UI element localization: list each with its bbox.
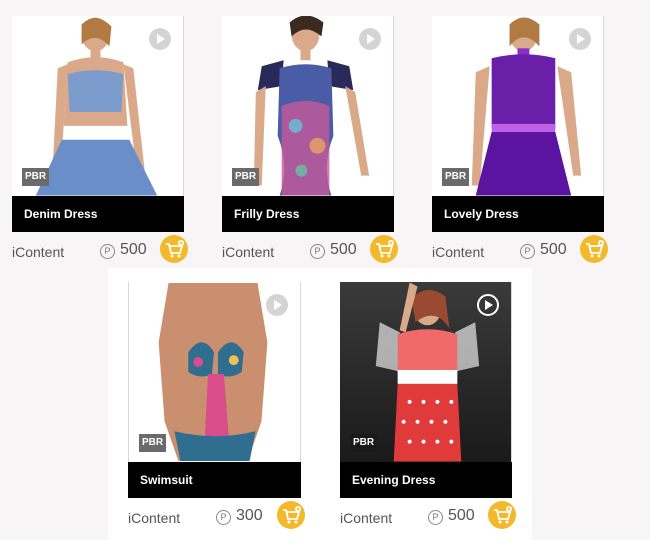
- product-card-denim-dress[interactable]: PBR Denim Dress iContent P 500: [12, 16, 188, 272]
- points-coin-icon: P: [520, 244, 535, 259]
- product-image[interactable]: PBR: [128, 282, 301, 462]
- product-footer: iContent P 500: [432, 232, 608, 272]
- product-footer: iContent P 500: [12, 232, 188, 272]
- product-price: 500: [330, 241, 357, 258]
- pbr-badge: PBR: [139, 434, 167, 452]
- add-to-cart-icon[interactable]: [370, 235, 398, 263]
- vendor-link[interactable]: iContent: [12, 244, 64, 260]
- product-title[interactable]: Denim Dress: [12, 196, 184, 232]
- product-image[interactable]: PBR: [12, 16, 184, 196]
- points-coin-icon: P: [428, 510, 443, 525]
- pbr-badge: PBR: [442, 168, 470, 186]
- product-title[interactable]: Lovely Dress: [432, 196, 604, 232]
- product-price: 500: [448, 507, 475, 524]
- points-coin-icon: P: [216, 510, 231, 525]
- pbr-badge: PBR: [350, 434, 378, 452]
- product-image[interactable]: PBR: [432, 16, 604, 196]
- play-icon[interactable]: [477, 294, 499, 316]
- product-price: 500: [120, 241, 147, 258]
- vendor-link[interactable]: iContent: [222, 244, 274, 260]
- product-title[interactable]: Evening Dress: [340, 462, 512, 498]
- play-icon[interactable]: [149, 28, 171, 50]
- product-card-lovely-dress[interactable]: PBR Lovely Dress iContent P 500: [432, 16, 608, 272]
- product-card-evening-dress[interactable]: PBR Evening Dress iContent P 500: [340, 282, 516, 538]
- add-to-cart-icon[interactable]: [277, 501, 305, 529]
- product-card-frilly-dress[interactable]: PBR Frilly Dress iContent P 500: [222, 16, 398, 272]
- vendor-link[interactable]: iContent: [128, 510, 180, 526]
- product-title[interactable]: Frilly Dress: [222, 196, 394, 232]
- product-card-swimsuit[interactable]: PBR Swimsuit iContent P 300: [128, 282, 305, 538]
- add-to-cart-icon[interactable]: [488, 501, 516, 529]
- vendor-link[interactable]: iContent: [340, 510, 392, 526]
- play-icon[interactable]: [266, 294, 288, 316]
- play-icon[interactable]: [359, 28, 381, 50]
- add-to-cart-icon[interactable]: [160, 235, 188, 263]
- pbr-badge: PBR: [22, 168, 50, 186]
- product-footer: iContent P 500: [340, 498, 516, 538]
- play-icon[interactable]: [569, 28, 591, 50]
- product-footer: iContent P 500: [222, 232, 398, 272]
- product-price: 300: [236, 507, 263, 524]
- points-coin-icon: P: [310, 244, 325, 259]
- pbr-badge: PBR: [232, 168, 260, 186]
- product-image[interactable]: PBR: [340, 282, 512, 462]
- product-image[interactable]: PBR: [222, 16, 394, 196]
- product-footer: iContent P 300: [128, 498, 305, 538]
- product-title[interactable]: Swimsuit: [128, 462, 301, 498]
- points-coin-icon: P: [100, 244, 115, 259]
- vendor-link[interactable]: iContent: [432, 244, 484, 260]
- add-to-cart-icon[interactable]: [580, 235, 608, 263]
- product-price: 500: [540, 241, 567, 258]
